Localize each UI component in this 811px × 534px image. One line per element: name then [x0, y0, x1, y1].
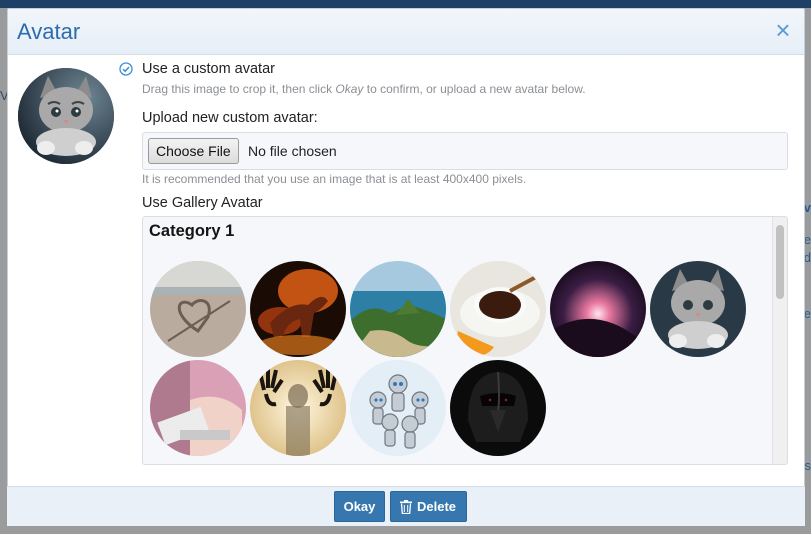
gallery-avatar-heart-sand[interactable]	[150, 261, 246, 357]
delete-label: Delete	[416, 499, 457, 514]
gallery-scrollbar[interactable]	[772, 217, 787, 464]
robots-image	[350, 360, 446, 456]
dialog-footer: Okay Delete	[7, 486, 805, 526]
page-top-bar	[0, 0, 811, 8]
current-avatar-preview[interactable]	[18, 68, 114, 164]
crop-hint: Drag this image to crop it, then click O…	[142, 82, 586, 96]
crop-hint-text-end: to confirm, or upload a new avatar below…	[363, 82, 586, 96]
gallery-avatar-coastal-island[interactable]	[350, 261, 446, 357]
file-status: No file chosen	[248, 143, 337, 159]
coffee-cup-image	[450, 261, 546, 357]
woman-typing-image	[150, 360, 246, 456]
delete-button[interactable]: Delete	[390, 491, 467, 522]
trash-icon	[400, 500, 412, 514]
planet-sunrise-image	[550, 261, 646, 357]
gallery-avatar-planet-sunrise[interactable]	[550, 261, 646, 357]
darth-vader-image	[450, 360, 546, 456]
gallery-avatar-coffee-cup[interactable]	[450, 261, 546, 357]
coastal-island-image	[350, 261, 446, 357]
check-circle-icon[interactable]	[119, 62, 133, 76]
hands-behind-glass-image	[250, 360, 346, 456]
file-input[interactable]: Choose File No file chosen	[142, 132, 788, 170]
kitten-avatar-image	[18, 68, 114, 164]
dialog-header: Avatar ×	[8, 9, 804, 55]
kitten-image	[650, 261, 746, 357]
gallery-avatar-hands-glass[interactable]	[250, 360, 346, 456]
gallery-avatar-robots[interactable]	[350, 360, 446, 456]
close-icon: ×	[775, 15, 791, 45]
crop-hint-okay: Okay	[335, 82, 364, 96]
choose-file-button[interactable]: Choose File	[148, 138, 239, 164]
fire-horse-image	[250, 261, 346, 357]
gallery-label: Use Gallery Avatar	[142, 195, 263, 211]
gallery-avatar-kitten[interactable]	[650, 261, 746, 357]
gallery-avatar-woman-typing[interactable]	[150, 360, 246, 456]
dialog-title: Avatar	[17, 19, 81, 44]
scrollbar-thumb[interactable]	[776, 225, 784, 299]
heart-in-sand-image	[150, 261, 246, 357]
gallery-avatar-darth-vader[interactable]	[450, 360, 546, 456]
upload-size-hint: It is recommended that you use an image …	[142, 172, 527, 186]
upload-label: Upload new custom avatar:	[142, 110, 318, 126]
category-title: Category 1	[149, 222, 235, 240]
okay-button[interactable]: Okay	[334, 491, 385, 522]
custom-avatar-label: Use a custom avatar	[142, 61, 275, 77]
gallery-panel: Category 1	[142, 216, 788, 465]
background-edge-text: s	[804, 458, 811, 473]
gallery-avatar-fire-horse[interactable]	[250, 261, 346, 357]
crop-hint-text: Drag this image to crop it, then click	[142, 82, 336, 96]
close-button[interactable]: ×	[772, 17, 794, 43]
